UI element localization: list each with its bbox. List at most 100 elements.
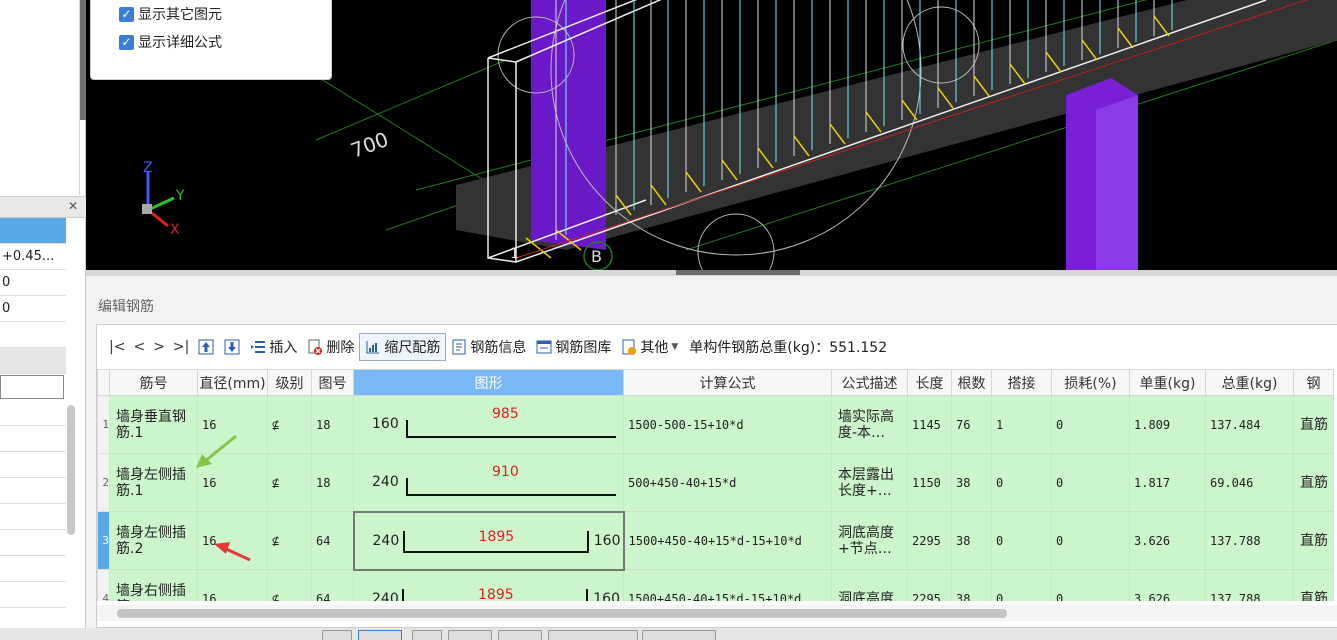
status-button[interactable] bbox=[322, 630, 352, 640]
rebar-type-cell[interactable]: 直筋 bbox=[1293, 569, 1334, 601]
loss-cell[interactable]: 0 bbox=[1051, 453, 1130, 512]
left-list-item[interactable] bbox=[0, 582, 66, 608]
option-show-other-elements[interactable]: ✓ 显示其它图元 bbox=[119, 4, 222, 24]
left-list-item[interactable] bbox=[0, 322, 66, 348]
figure-number-cell[interactable]: 64 bbox=[311, 511, 354, 570]
lap-cell[interactable]: 1 bbox=[991, 395, 1052, 454]
shape-cell[interactable]: 240 1895 160 bbox=[353, 569, 624, 601]
formula-cell[interactable]: 1500+450-40+15*d-15+10*d bbox=[623, 511, 832, 570]
grade-cell[interactable]: ⊈ bbox=[267, 453, 312, 512]
column-header[interactable]: 图形 bbox=[353, 369, 624, 396]
column-header[interactable]: 长度 bbox=[907, 369, 952, 396]
figure-number-cell[interactable]: 64 bbox=[311, 569, 354, 601]
formula-cell[interactable]: 1500+450-40+15*d-15+10*d bbox=[623, 569, 832, 601]
figure-number-cell[interactable]: 18 bbox=[311, 395, 354, 454]
formula-description-cell[interactable]: 墙实际高度-本… bbox=[831, 395, 908, 454]
column-header[interactable]: 单重(kg) bbox=[1129, 369, 1206, 396]
nav-first-button[interactable]: |< bbox=[105, 339, 129, 355]
shape-cell[interactable]: 160 985 bbox=[353, 395, 624, 454]
status-button[interactable] bbox=[448, 630, 492, 640]
column-header[interactable]: 筋号 bbox=[109, 369, 198, 396]
table-row[interactable]: 1 墙身垂直钢筋.1 16 ⊈ 18 160 985 1500-500-15+1… bbox=[97, 395, 1334, 454]
row-index[interactable]: 1 bbox=[97, 395, 110, 454]
nav-prev-button[interactable]: < bbox=[129, 339, 149, 355]
left-vertical-scrollbar[interactable] bbox=[66, 400, 76, 540]
rebar-library-button[interactable]: 钢筋图库 bbox=[531, 333, 616, 361]
scrollbar-thumb[interactable] bbox=[117, 609, 1007, 618]
status-button[interactable] bbox=[358, 630, 402, 640]
left-list-item[interactable]: 0 bbox=[0, 296, 66, 322]
left-list-item[interactable]: 0 bbox=[0, 270, 66, 296]
status-button[interactable] bbox=[412, 630, 442, 640]
length-cell[interactable]: 2295 bbox=[907, 511, 952, 570]
column-header[interactable]: 级别 bbox=[267, 369, 312, 396]
loss-cell[interactable]: 0 bbox=[1051, 395, 1130, 454]
unit-weight-cell[interactable]: 3.626 bbox=[1129, 511, 1206, 570]
grade-cell[interactable]: ⊈ bbox=[267, 511, 312, 570]
loss-cell[interactable]: 0 bbox=[1051, 511, 1130, 570]
other-menu-button[interactable]: 其他 ▼ bbox=[616, 333, 683, 361]
checkbox-checked-icon[interactable]: ✓ bbox=[119, 34, 134, 50]
table-row[interactable]: 4 墙身右侧插筋 16 ⊈ 64 240 1895 bbox=[97, 569, 1334, 601]
length-cell[interactable]: 1150 bbox=[907, 453, 952, 512]
move-down-button[interactable] bbox=[219, 333, 245, 361]
splitter-handle[interactable] bbox=[676, 270, 800, 275]
length-cell[interactable]: 1145 bbox=[907, 395, 952, 454]
column-header[interactable]: 图号 bbox=[311, 369, 354, 396]
column-header[interactable]: 直径(mm) bbox=[197, 369, 268, 396]
lap-cell[interactable]: 0 bbox=[991, 453, 1052, 512]
close-icon[interactable]: ✕ bbox=[68, 199, 78, 213]
left-input-field[interactable] bbox=[0, 375, 64, 399]
count-cell[interactable]: 38 bbox=[951, 569, 992, 601]
shape-cell[interactable]: 240 1895 160 bbox=[352, 510, 625, 571]
rebar-type-cell[interactable]: 直筋 bbox=[1293, 453, 1334, 512]
status-button[interactable] bbox=[642, 630, 716, 640]
count-cell[interactable]: 38 bbox=[951, 511, 992, 570]
rebar-type-cell[interactable]: 直筋 bbox=[1293, 511, 1334, 570]
formula-cell[interactable]: 1500-500-15+10*d bbox=[623, 395, 832, 454]
horizontal-scrollbar[interactable] bbox=[97, 605, 1337, 621]
rebar-name-cell[interactable]: 墙身垂直钢筋.1 bbox=[109, 395, 198, 454]
left-list-item[interactable]: +0.45... bbox=[0, 244, 66, 270]
status-button[interactable] bbox=[498, 630, 542, 640]
option-show-detailed-formula[interactable]: ✓ 显示详细公式 bbox=[119, 32, 222, 52]
row-index[interactable]: 2 bbox=[97, 453, 110, 512]
checkbox-checked-icon[interactable]: ✓ bbox=[119, 6, 134, 22]
left-list-item[interactable] bbox=[0, 556, 66, 582]
table-row[interactable]: 2 墙身左侧插筋.1 16 ⊈ 18 240 910 500+450-40+15… bbox=[97, 453, 1334, 512]
rebar-type-cell[interactable]: 直筋 bbox=[1293, 395, 1334, 454]
column-header[interactable]: 计算公式 bbox=[623, 369, 832, 396]
insert-button[interactable]: 插入 bbox=[245, 333, 302, 361]
left-list-item[interactable] bbox=[0, 452, 66, 478]
formula-cell[interactable]: 500+450-40+15*d bbox=[623, 453, 832, 512]
left-list-item[interactable] bbox=[0, 530, 66, 556]
rebar-name-cell[interactable]: 墙身左侧插筋.2 bbox=[109, 511, 198, 570]
nav-last-button[interactable]: >| bbox=[169, 339, 193, 355]
left-list-item[interactable] bbox=[0, 400, 66, 426]
row-index[interactable]: 3 bbox=[97, 511, 110, 570]
rebar-name-cell[interactable]: 墙身左侧插筋.1 bbox=[109, 453, 198, 512]
formula-description-cell[interactable]: 洞底高度+节点… bbox=[831, 511, 908, 570]
total-weight-cell[interactable]: 137.788 bbox=[1205, 569, 1294, 601]
left-list-item[interactable] bbox=[0, 478, 66, 504]
table-row[interactable]: 3 墙身左侧插筋.2 16 ⊈ 64 240 1895 160 1500+450… bbox=[97, 510, 1334, 571]
grade-cell[interactable]: ⊈ bbox=[267, 395, 312, 454]
length-cell[interactable]: 2295 bbox=[907, 569, 952, 601]
rebar-info-button[interactable]: 钢筋信息 bbox=[446, 333, 531, 361]
grade-cell[interactable]: ⊈ bbox=[267, 569, 312, 601]
total-weight-cell[interactable]: 69.046 bbox=[1205, 453, 1294, 512]
status-button[interactable] bbox=[548, 630, 638, 640]
nav-next-button[interactable]: > bbox=[149, 339, 169, 355]
column-header[interactable]: 钢 bbox=[1293, 369, 1334, 396]
unit-weight-cell[interactable]: 1.817 bbox=[1129, 453, 1206, 512]
unit-weight-cell[interactable]: 3.626 bbox=[1129, 569, 1206, 601]
shape-cell[interactable]: 240 910 bbox=[353, 453, 624, 512]
rebar-name-cell[interactable]: 墙身右侧插筋 bbox=[109, 569, 198, 601]
lap-cell[interactable]: 0 bbox=[991, 511, 1052, 570]
count-cell[interactable]: 38 bbox=[951, 453, 992, 512]
lap-cell[interactable]: 0 bbox=[991, 569, 1052, 601]
total-weight-cell[interactable]: 137.788 bbox=[1205, 511, 1294, 570]
column-header[interactable]: 损耗(%) bbox=[1051, 369, 1130, 396]
formula-description-cell[interactable]: 本层露出长度+… bbox=[831, 453, 908, 512]
column-header[interactable]: 根数 bbox=[951, 369, 992, 396]
